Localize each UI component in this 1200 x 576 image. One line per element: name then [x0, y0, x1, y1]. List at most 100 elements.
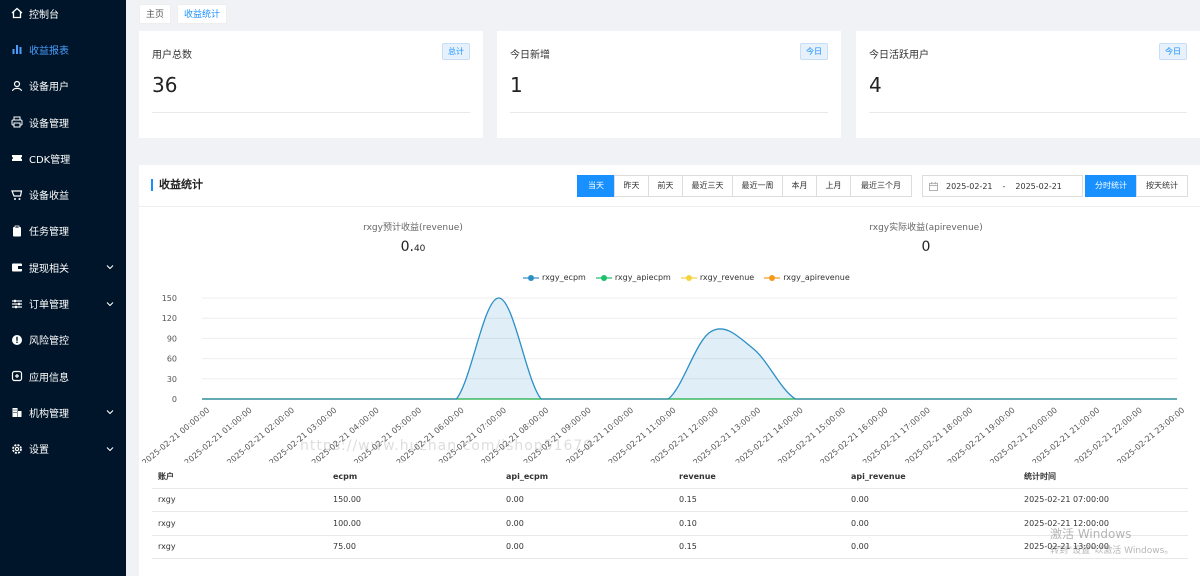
table-header-cell: 账户	[158, 471, 174, 481]
calendar-icon	[929, 181, 938, 191]
table-cell: rxgy	[158, 518, 176, 528]
table-header-cell: api_ecpm	[506, 471, 549, 481]
y-tick-label: 90	[167, 334, 177, 343]
tab-daily[interactable]: 按天统计	[1136, 175, 1188, 197]
tab-yesterday[interactable]: 昨天	[614, 175, 649, 197]
summary-label: rxgy实际收益(apirevenue)	[869, 223, 983, 233]
activation-hint: 转到"设置"以激活 Windows。	[1050, 546, 1174, 556]
tab-last-month[interactable]: 上月	[816, 175, 851, 197]
sidebar-item-label: 设备用户	[29, 82, 69, 94]
sidebar-item-12[interactable]: 机构管理	[0, 394, 126, 430]
table-cell: 0.15	[679, 495, 697, 505]
sidebar-item-6[interactable]: 设备收益	[0, 176, 126, 212]
chevron-down-icon	[106, 301, 114, 306]
table-cell: rxgy	[158, 495, 176, 505]
table-header-cell: api_revenue	[851, 471, 906, 481]
chevron-down-icon	[106, 410, 114, 415]
sidebar-item-label: 任务管理	[29, 227, 69, 239]
sidebar-item-label: 订单管理	[29, 300, 69, 312]
stat-mode-tabs: 分时统计 按天统计	[1085, 175, 1188, 197]
legend-item-rxgy_apiecpm[interactable]: rxgy_apiecpm	[595, 273, 671, 282]
stat-title: 今日活跃用户	[869, 50, 929, 61]
table-cell: 75.00	[333, 542, 356, 552]
sidebar-item-label: 风险管控	[29, 336, 69, 348]
stat-card-total-users: 用户总数 总计 36	[139, 31, 483, 138]
series-area-rxgy_ecpm	[202, 298, 1177, 399]
tab-day-before[interactable]: 前天	[648, 175, 683, 197]
date-range-picker[interactable]: 2025-02-21 - 2025-02-21	[922, 175, 1083, 197]
sidebar: 控制台收益报表设备用户设备管理 CDK管理设备收益任务管理提现相关订单管理风险管控…	[0, 0, 126, 576]
summary-value-main: 0	[921, 239, 931, 255]
home-icon	[11, 7, 23, 19]
tab-this-month[interactable]: 本月	[782, 175, 817, 197]
tab-last-three-months[interactable]: 最近三个月	[850, 175, 912, 197]
legend-label: rxgy_apiecpm	[614, 273, 671, 282]
legend-item-rxgy_revenue[interactable]: rxgy_revenue	[680, 273, 754, 282]
summary-value: 0.40	[263, 239, 563, 255]
user-icon	[11, 80, 23, 92]
tab-hourly[interactable]: 分时统计	[1085, 175, 1137, 197]
stat-value: 36	[152, 73, 178, 97]
summary-value-main: 0.	[400, 239, 414, 255]
sidebar-item-13[interactable]: 设置	[0, 431, 126, 467]
x-tick-label: 2025-02-21 23:00:00	[1115, 406, 1186, 463]
sidebar-item-11[interactable]: 应用信息	[0, 358, 126, 394]
sidebar-item-4[interactable]: 设备管理	[0, 104, 126, 140]
sidebar-item-label: 设备管理	[29, 118, 69, 130]
sidebar-item-3[interactable]: 设备用户	[0, 68, 126, 104]
divider	[152, 112, 470, 113]
period-tabs: 当天 昨天 前天 最近三天 最近一周 本月 上月 最近三个月	[577, 175, 912, 197]
sidebar-item-label: CDK管理	[29, 154, 71, 166]
tab-today[interactable]: 当天	[577, 175, 615, 197]
revenue-panel: 收益统计 当天 昨天 前天 最近三天 最近一周 本月 上月 最近三个月 2025…	[139, 165, 1200, 576]
stat-badge: 今日	[1159, 43, 1187, 60]
date-separator: -	[1002, 181, 1006, 191]
chart-legend: rxgy_ecpm rxgy_apiecpm rxgy_revenue rxgy_ap…	[523, 273, 850, 282]
breadcrumb-revenue-stats[interactable]: 收益统计	[177, 4, 228, 24]
date-start[interactable]: 2025-02-21	[946, 182, 993, 191]
sidebar-item-9[interactable]: 订单管理	[0, 285, 126, 321]
sidebar-item-7[interactable]: 任务管理	[0, 213, 126, 249]
table-cell: 0.15	[679, 542, 697, 552]
sidebar-item-1[interactable]: 控制台	[0, 0, 126, 31]
tab-last-three-days[interactable]: 最近三天	[682, 175, 733, 197]
sidebar-item-2[interactable]: 收益报表	[0, 31, 126, 67]
divider	[139, 206, 1200, 207]
sidebar-item-label: 控制台	[29, 9, 59, 21]
stat-card-active-today: 今日活跃用户 今日 4	[856, 31, 1200, 138]
watermark: https://www.huzhan.com/ishop51679	[300, 438, 594, 454]
breadcrumb-home[interactable]: 主页	[139, 4, 172, 24]
table-header-cell: revenue	[679, 471, 716, 481]
tab-last-week[interactable]: 最近一周	[732, 175, 783, 197]
sidebar-item-label: 设置	[29, 445, 49, 457]
legend-marker-icon	[764, 274, 781, 281]
y-tick-label: 30	[167, 375, 177, 384]
chevron-down-icon	[106, 265, 114, 270]
stat-title: 用户总数	[152, 50, 192, 61]
table-cell: 150.00	[333, 495, 361, 505]
table-row: rxgy 150.00 0.00 0.15 0.00 2025-02-21 07:00:0…	[152, 489, 1188, 512]
sidebar-item-10[interactable]: 风险管控	[0, 322, 126, 358]
table-cell: 0.00	[506, 495, 524, 505]
legend-marker-icon	[595, 274, 612, 281]
stat-value: 4	[869, 73, 882, 97]
date-end[interactable]: 2025-02-21	[1015, 182, 1062, 191]
table-cell: 0.00	[851, 495, 869, 505]
table-cell: 0.00	[851, 542, 869, 552]
sidebar-item-label: 提现相关	[29, 263, 69, 275]
bar-chart-icon	[11, 43, 23, 55]
activation-title: 激活 Windows	[1050, 527, 1132, 541]
sidebar-item-5[interactable]: CDK管理	[0, 140, 126, 176]
sidebar-item-8[interactable]: 提现相关	[0, 249, 126, 285]
sidebar-item-label: 应用信息	[29, 372, 69, 384]
gear-icon	[11, 443, 23, 455]
table-header-cell: ecpm	[333, 471, 358, 481]
sliders-icon	[11, 298, 23, 310]
legend-item-rxgy_apirevenue[interactable]: rxgy_apirevenue	[764, 273, 850, 282]
legend-item-rxgy_ecpm[interactable]: rxgy_ecpm	[523, 273, 586, 282]
table-cell: 0.10	[679, 518, 697, 528]
sidebar-item-label: 收益报表	[29, 45, 69, 57]
chevron-down-icon	[106, 446, 114, 451]
apps-icon	[11, 370, 23, 382]
windows-activation-notice: 激活 Windows 转到"设置"以激活 Windows。	[1050, 525, 1173, 556]
